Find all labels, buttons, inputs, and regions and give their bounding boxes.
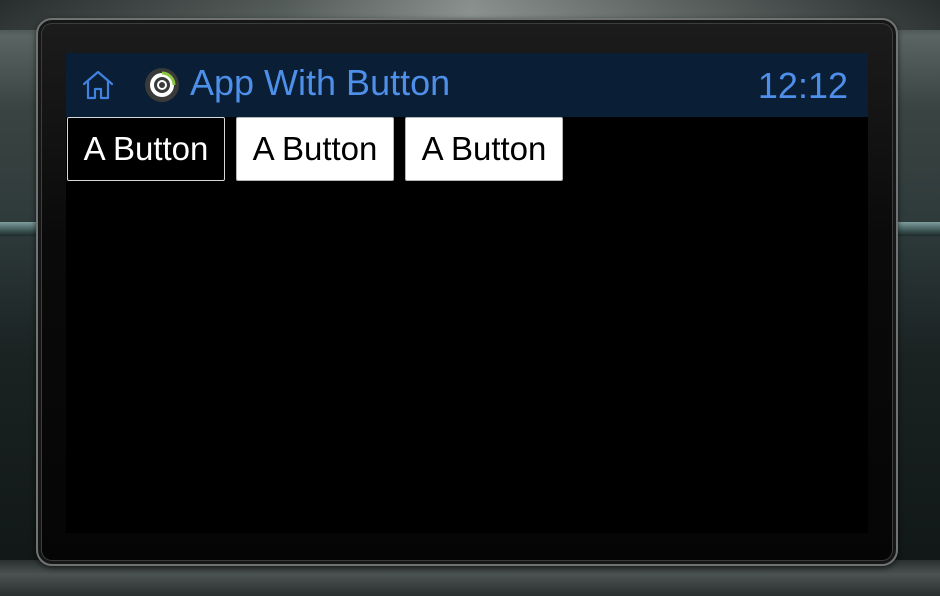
app-header-bar: App With Button 12:12 (66, 53, 868, 117)
button-3[interactable]: A Button (405, 117, 563, 181)
dashboard-trim-right (892, 222, 940, 236)
home-icon[interactable] (81, 68, 115, 102)
clock: 12:12 (757, 65, 848, 106)
button-2[interactable]: A Button (236, 117, 394, 181)
app-logo-icon (144, 67, 180, 103)
app-title: App With Button (190, 62, 451, 103)
head-unit-screen: App With Button 12:12 A Button A Button … (66, 53, 868, 533)
button-1[interactable]: A Button (67, 117, 225, 181)
